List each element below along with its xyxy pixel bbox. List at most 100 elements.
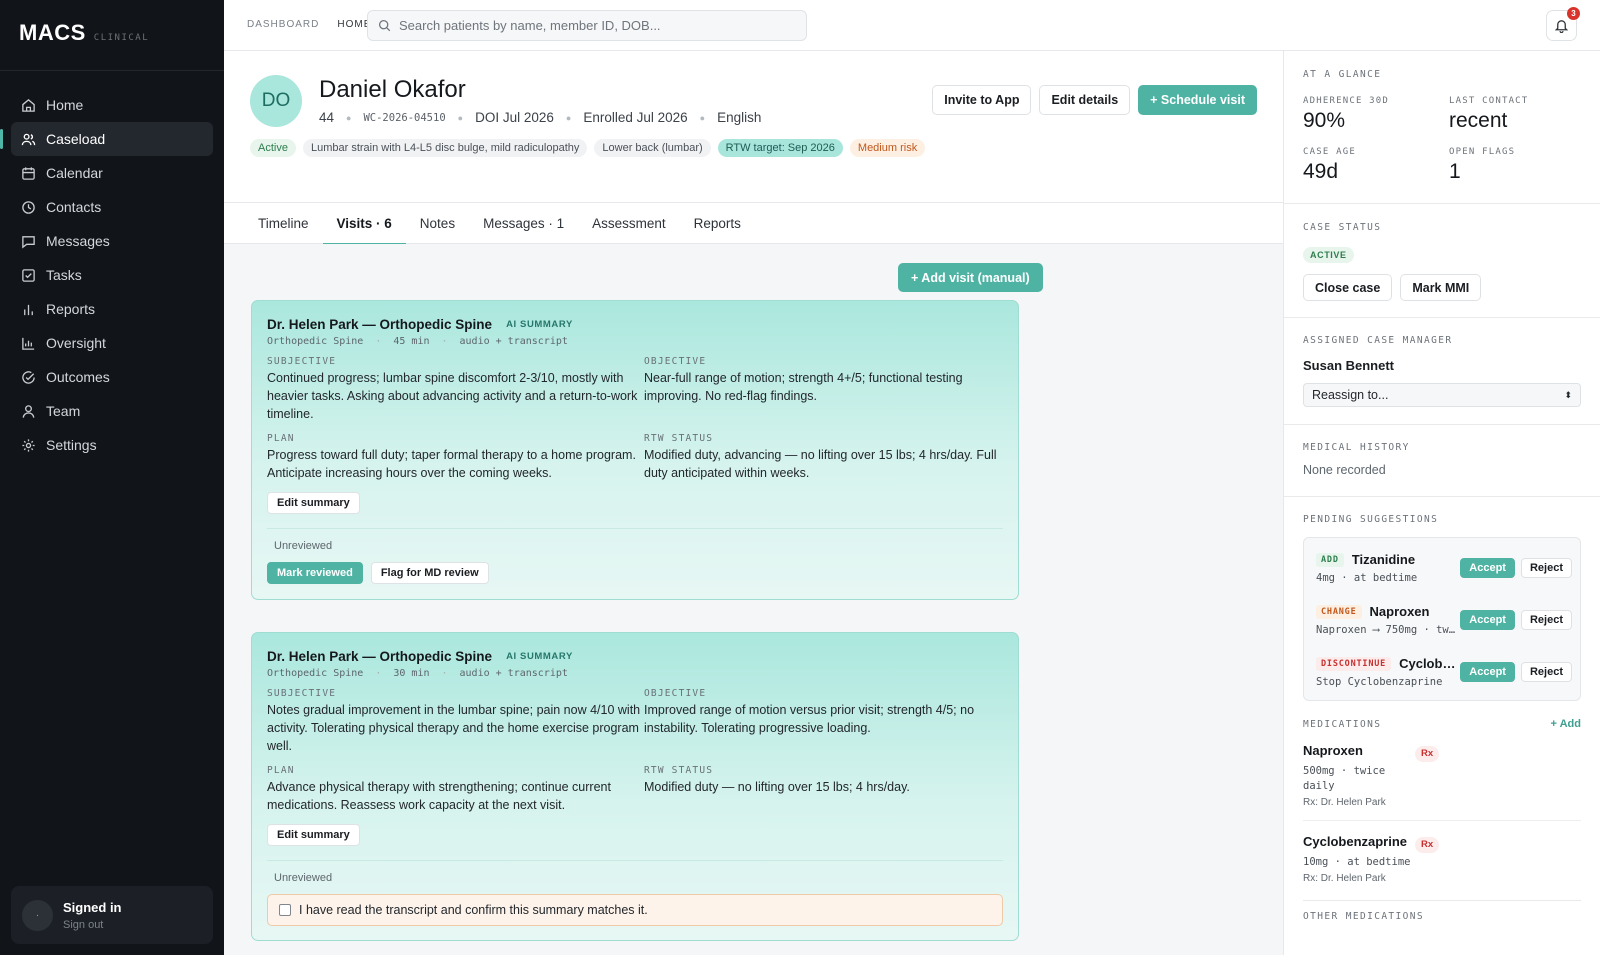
patient-actions: Invite to App Edit details + Schedule vi… [932,85,1257,115]
reject-button[interactable]: Reject [1520,662,1572,682]
section-title: MEDICAL HISTORY [1303,442,1410,453]
accept-button[interactable]: Accept [1460,610,1515,630]
sidebar-item-tasks[interactable]: Tasks [11,258,213,292]
user-icon [22,404,35,418]
tab-timeline[interactable]: Timeline [251,203,323,244]
search-icon [378,19,391,32]
tab-reports[interactable]: Reports [680,203,755,244]
case-status-badge: ACTIVE [1303,247,1354,263]
pending-suggestions-section: PENDING SUGGESTIONS ADD Tizanidine 4mg ·… [1284,497,1600,922]
message-icon [22,235,35,248]
tab-assessment[interactable]: Assessment [578,203,680,244]
medication-name: Cyclobenzaprine [1303,834,1408,849]
tab-messages[interactable]: Messages · 1 [469,203,578,244]
section-label: SUBJECTIVE [267,688,337,699]
medication-dose: 10mg · at bedtime [1303,856,1411,868]
calendar-icon [22,166,35,180]
section-label: OBJECTIVE [644,688,707,699]
mark-mmi-button[interactable]: Mark MMI [1400,274,1482,301]
visit-doctor: Dr. Helen Park — Orthopedic Spine [267,649,493,664]
flag-md-review-button[interactable]: Flag for MD review [370,562,489,584]
sidebar-item-caseload[interactable]: Caseload [0,122,213,156]
sidebar-item-reports[interactable]: Reports [11,292,213,326]
mark-reviewed-button[interactable]: Mark reviewed [267,562,363,584]
chevron-updown-icon: ⬍ [1564,389,1572,400]
reject-button[interactable]: Reject [1520,558,1572,578]
rtw-section: RTW STATUS Modified duty, advancing — no… [644,433,1014,482]
sidebar-item-outcomes[interactable]: Outcomes [11,360,213,394]
sidebar-item-oversight[interactable]: Oversight [11,326,213,360]
patient-tags: Active Lumbar strain with L4-L5 disc bul… [250,139,950,157]
reassign-select[interactable]: Reassign to... ⬍ [1303,383,1581,407]
visit-card: Dr. Helen Park — Orthopedic Spine AI SUM… [251,300,1019,600]
edit-summary-button[interactable]: Edit summary [267,824,360,846]
separator: ● [565,112,572,123]
patient-age: 44 [319,110,335,125]
rtw-section: RTW STATUS Modified duty — no lifting ov… [644,765,1014,814]
medications-header: MEDICATIONS + Add [1303,718,1581,730]
separator: · [441,668,448,679]
invite-to-app-button[interactable]: Invite to App [932,85,1032,115]
sidebar-item-label: Outcomes [46,369,110,385]
visit-source: audio + transcript [459,336,568,347]
add-visit-button[interactable]: + Add visit (manual) [898,263,1043,292]
suggestion-kind: ADD [1316,552,1344,567]
tab-notes[interactable]: Notes [406,203,469,244]
accept-button[interactable]: Accept [1460,662,1515,682]
sidebar-item-settings[interactable]: Settings [11,428,213,462]
avatar: · [22,899,53,931]
schedule-visit-button[interactable]: + Schedule visit [1138,85,1257,115]
edit-summary-button[interactable]: Edit summary [267,492,360,514]
home-icon [22,98,35,112]
sidebar-item-label: Contacts [46,199,102,215]
checkbox[interactable] [279,904,291,916]
sidebar-item-label: Caseload [46,131,106,147]
separator: · [375,336,382,347]
search-box [367,10,807,41]
sidebar-item-contacts[interactable]: Contacts [11,190,213,224]
sign-out-link[interactable]: Sign out [63,919,122,931]
sidebar-item-messages[interactable]: Messages [11,224,213,258]
reject-button[interactable]: Reject [1520,610,1572,630]
edit-details-button[interactable]: Edit details [1039,85,1131,115]
search-input[interactable] [399,18,789,33]
sidebar-item-team[interactable]: Team [11,394,213,428]
tab-visits[interactable]: Visits · 6 [322,203,407,245]
add-medication-link[interactable]: + Add [1551,718,1581,730]
sidebar-item-label: Reports [46,301,96,317]
medication-item: Cyclobenzaprine 10mg · at bedtime Rx: Dr… [1303,821,1581,896]
close-case-button[interactable]: Close case [1303,274,1393,301]
medications-list: Naproxen 500mg · twice daily Rx: Dr. Hel… [1303,730,1581,896]
visit-duration: 30 min [393,668,430,679]
users-icon [21,133,36,145]
accept-button[interactable]: Accept [1460,558,1515,578]
section-title: OTHER MEDICATIONS [1303,911,1425,922]
visit-meta: Orthopedic Spine · 30 min · audio + tran… [267,668,1003,679]
sidebar-item-label: Messages [46,233,110,249]
medication-prescriber: Rx: Dr. Helen Park [1303,797,1386,808]
suggestion-detail: Stop Cyclobenzaprine [1316,676,1443,688]
visit-source: audio + transcript [459,668,568,679]
section-title: AT A GLANCE [1303,69,1382,80]
chart-icon [22,337,35,350]
review-status: Unreviewed [274,872,333,884]
rtw-text: Modified duty, advancing — no lifting ov… [644,448,997,480]
stat-label: CASE AGE [1303,147,1356,157]
reassign-value: Reassign to... [1312,388,1389,402]
suggestion-kind: CHANGE [1316,604,1362,619]
section-label: OBJECTIVE [644,356,707,367]
breadcrumb-dashboard[interactable]: DASHBOARD [247,19,319,30]
case-manager-section: ASSIGNED CASE MANAGER Susan Bennett Reas… [1284,318,1600,425]
sidebar-item-calendar[interactable]: Calendar [11,156,213,190]
diagnosis-tag: Lumbar strain with L4-L5 disc bulge, mil… [302,139,588,157]
divider [267,528,1003,529]
sidebar-item-label: Settings [46,437,97,453]
sidebar-item-home[interactable]: Home [11,88,213,122]
suggestion-name: Cyclobenzaprine [1399,656,1460,671]
confirm-summary-checkbox[interactable]: I have read the transcript and confirm t… [267,894,1003,926]
body-part-tag: Lower back (lumbar) [594,139,711,157]
notifications-button[interactable]: 3 [1546,7,1580,41]
medication-name: Naproxen [1303,743,1363,758]
suggestion-item: CHANGE Naproxen Naproxen ⟶ 750mg · twice… [1316,594,1572,646]
separator: ● [699,112,706,123]
